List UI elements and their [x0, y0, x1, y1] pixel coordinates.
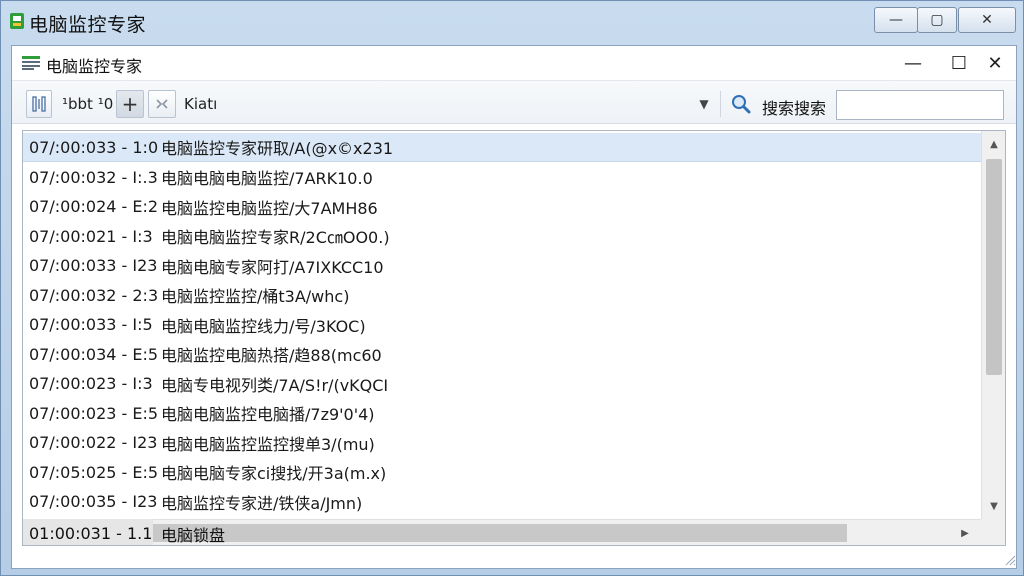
log-description: 电脑监控专家进/铁侠a/Jmn) [161, 493, 363, 513]
log-description: 电脑专电视列类/7A/S!r/(vKQCI [161, 375, 389, 395]
log-time: 07/:00:023 - I:3 [29, 374, 153, 393]
log-description: 电脑监控电脑热搭/趋88(mc60 [161, 346, 382, 365]
toolbar: ¹bbt ¹0 + Kiatı ▼ 搜索搜索 [12, 80, 1016, 124]
list-item[interactable]: 07/:00:034 - E:5 电脑监控电脑热搭/趋88(mc60 [23, 340, 981, 369]
scroll-right-icon[interactable]: ▶ [955, 524, 975, 542]
inner-maximize-button[interactable]: ☐ [944, 50, 974, 76]
list-item[interactable]: 07/:00:035 - I23 电脑监控专家进/铁侠a/Jmn) [23, 487, 981, 516]
resize-grip-icon[interactable] [1004, 554, 1016, 566]
list-item[interactable]: 07/:00:032 - 2:3 电脑监控监控/桶t3A/whc) [23, 281, 981, 310]
close-icon: ✕ [981, 12, 993, 28]
tool-button[interactable] [148, 90, 176, 118]
list-item[interactable]: 07/:00:033 - 1:0 电脑监控专家研取/A(@x©x231 [23, 133, 981, 162]
close-icon: ✕ [987, 52, 1003, 74]
log-description: 电脑监控专家研取/A(@x©x231 [161, 139, 394, 158]
plus-icon: + [121, 92, 139, 116]
log-description: 电脑电脑专家ci搜找/开3a(m.x) [161, 464, 387, 483]
vertical-scrollbar[interactable]: ▲ ▼ [981, 131, 1005, 519]
horizontal-scroll-thumb[interactable] [153, 524, 847, 542]
minimize-icon: — [904, 52, 922, 74]
log-description: 电脑电脑专家阿打/A7IXKCC10 [161, 257, 384, 277]
log-description: 电脑电脑监控线力/号/3KOC) [161, 316, 366, 336]
log-time: 07/:00:034 - E:5 [29, 344, 159, 364]
log-time: 07/:00:023 - E:5 [29, 403, 159, 423]
log-description: 电脑监控电脑监控/大7AMH86 [161, 198, 378, 218]
outer-window-frame: 电脑监控专家 — ▢ ✕ 电脑监控专家 — ☐ ✕ ¹bbt ¹0 + Kiat… [0, 0, 1024, 576]
wrench-icon [156, 99, 168, 109]
log-time: 07/:00:032 - 2:3 [29, 285, 159, 305]
log-description: 电脑电脑监控电脑播/7z9'0'4) [161, 405, 375, 424]
inner-window-title: 电脑监控专家 [46, 57, 143, 76]
outer-close-button[interactable]: ✕ [958, 7, 1016, 33]
log-description: 电脑电脑监控专家R/2C㎝OO0.) [161, 228, 390, 247]
log-time: 07/:00:024 - E:2 [29, 197, 159, 216]
add-button[interactable]: + [116, 90, 144, 118]
vertical-scroll-thumb[interactable] [986, 159, 1002, 375]
log-time: 07/:00:033 - I:5 [29, 315, 153, 334]
search-input[interactable] [836, 90, 1004, 120]
list-item[interactable]: 07/:00:033 - I23 电脑电脑专家阿打/A7IXKCC10 [23, 251, 981, 280]
log-time: 07/:05:025 - E:5 [29, 462, 159, 482]
list-item[interactable]: 07/:00:021 - I:3 电脑电脑监控专家R/2C㎝OO0.) [23, 222, 981, 251]
scroll-down-icon[interactable]: ▼ [982, 497, 1005, 515]
log-list: ▲ ▼ ▶ 07/:00:033 - 1:0 电脑监控专家研取/A(@x©x231… [22, 130, 1006, 546]
list-item[interactable]: 07/:00:033 - I:5 电脑电脑监控线力/号/3KOC) [23, 310, 981, 339]
log-time: 01:00:031 - 1.1 [29, 524, 153, 543]
log-time: 07/:00:033 - 1:0 [29, 137, 159, 157]
toolbar-divider [720, 91, 721, 117]
log-time: 07/:00:032 - I:.3 [29, 167, 158, 187]
log-description: 电脑锁盘 [161, 525, 226, 545]
search-label: 搜索搜索 [762, 99, 827, 118]
column-layout-icon [32, 96, 46, 112]
list-item[interactable]: 07/:00:032 - I:.3 电脑电脑电脑监控/7ARK10.0 [23, 163, 981, 192]
log-description: 电脑电脑监控监控搜单3/(mu) [161, 434, 375, 454]
outer-maximize-button[interactable]: ▢ [917, 7, 957, 33]
log-time: 07/:00:033 - I23 [29, 256, 158, 275]
inner-title-bar[interactable]: 电脑监控专家 — ☐ ✕ [12, 46, 1016, 80]
minimize-icon: — [889, 12, 903, 28]
maximize-icon: ▢ [930, 12, 944, 28]
inner-close-button[interactable]: ✕ [980, 50, 1010, 76]
outer-minimize-button[interactable]: — [874, 7, 918, 33]
maximize-icon: ☐ [950, 52, 968, 74]
log-description: 电脑监控监控/桶t3A/whc) [161, 287, 350, 306]
scroll-up-icon[interactable]: ▲ [982, 135, 1005, 153]
outer-window-title: 电脑监控专家 [29, 14, 147, 36]
log-time: 07/:00:035 - I23 [29, 492, 158, 511]
toolbar-label-1: ¹bbt ¹0 [62, 95, 114, 113]
log-time: 07/:00:021 - I:3 [29, 226, 153, 246]
list-item[interactable]: 07/:05:025 - E:5 电脑电脑专家ci搜找/开3a(m.x) [23, 458, 981, 487]
search-icon[interactable] [730, 93, 752, 115]
app-logo-icon [10, 13, 24, 29]
scrollbar-corner [981, 519, 1005, 545]
list-item[interactable]: 07/:00:024 - E:2 电脑监控电脑监控/大7AMH86 [23, 192, 981, 221]
toolbar-label-2: Kiatı [184, 95, 218, 113]
outer-title-bar[interactable]: 电脑监控专家 — ▢ ✕ [1, 1, 1023, 41]
log-description: 电脑电脑电脑监控/7ARK10.0 [161, 169, 373, 188]
column-layout-button[interactable] [26, 90, 52, 118]
chevron-down-icon: ▼ [699, 97, 709, 111]
list-item[interactable]: 07/:00:023 - E:5 电脑电脑监控电脑播/7z9'0'4) [23, 399, 981, 428]
inner-window: 电脑监控专家 — ☐ ✕ ¹bbt ¹0 + Kiatı ▼ 搜索搜索 ▲ ▼ … [11, 45, 1017, 569]
list-item[interactable]: 01:00:031 - 1.1 电脑锁盘 [23, 519, 225, 545]
monitor-app-icon [22, 56, 40, 70]
list-item[interactable]: 07/:00:023 - I:3 电脑专电视列类/7A/S!r/(vKQCI [23, 369, 981, 398]
log-time: 07/:00:022 - I23 [29, 433, 158, 452]
inner-minimize-button[interactable]: — [898, 50, 928, 76]
list-item[interactable]: 07/:00:022 - I23 电脑电脑监控监控搜单3/(mu) [23, 428, 981, 457]
filter-dropdown[interactable]: ▼ [694, 95, 714, 113]
